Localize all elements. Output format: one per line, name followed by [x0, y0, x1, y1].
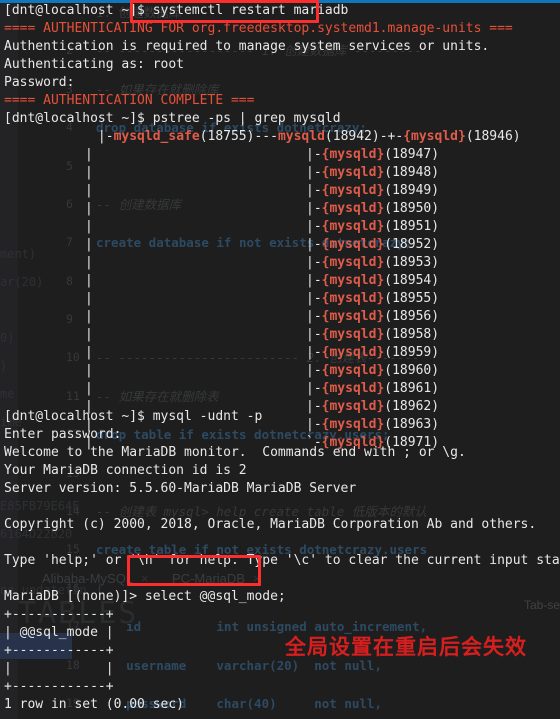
screenshot-root: 1. 创建数据库 2 -- ------------------ 1. 创建数据库 …: [0, 0, 560, 719]
global-setting-note: 全局设置在重启后会失效: [285, 635, 527, 659]
select-sql-mode-highlight: [127, 555, 261, 586]
systemctl-command-highlight: [130, 0, 319, 23]
annotation-overlay: 全局设置在重启后会失效: [0, 0, 560, 719]
